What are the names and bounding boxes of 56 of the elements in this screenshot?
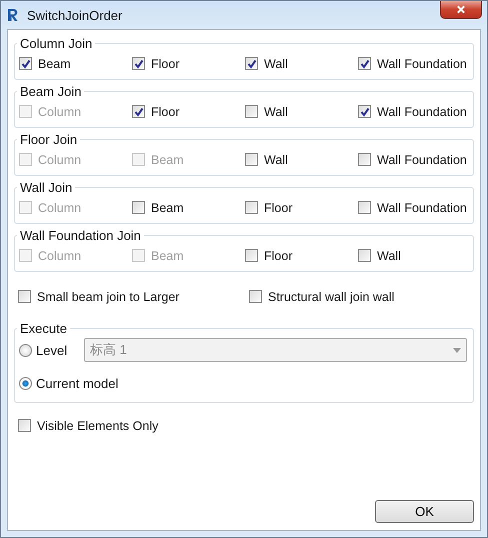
checkbox-label: Column — [38, 104, 82, 118]
checkbox-label: Small beam join to Larger — [37, 290, 180, 304]
group-title: Wall Join — [19, 180, 74, 195]
group-title: Beam Join — [19, 84, 82, 99]
checkbox-label: Beam — [151, 200, 184, 214]
checkbox[interactable] — [358, 153, 371, 166]
checkbox-label: Floor — [264, 248, 292, 262]
checkbox[interactable] — [245, 201, 258, 214]
checkbox-label: Wall Foundation — [377, 200, 467, 214]
checkbox-label: Floor — [264, 200, 292, 214]
checkbox-label: Structural wall join wall — [268, 290, 394, 304]
checkbox[interactable] — [245, 249, 258, 262]
group-title: Floor Join — [19, 132, 78, 147]
checkbox-label: Floor — [151, 104, 180, 118]
checkbox[interactable] — [19, 57, 32, 70]
radio-button[interactable] — [19, 376, 32, 390]
caret-icon — [453, 348, 461, 352]
window-title: SwitchJoinOrder — [27, 8, 122, 22]
checkbox[interactable] — [132, 201, 145, 214]
checkbox[interactable] — [132, 105, 145, 118]
checkbox[interactable] — [358, 201, 371, 214]
close-button[interactable] — [440, 1, 482, 19]
checkbox[interactable] — [132, 57, 145, 70]
checkbox[interactable] — [18, 290, 31, 303]
checkbox-label: Column — [38, 152, 82, 166]
ok-button[interactable]: OK — [375, 500, 474, 523]
checkbox-label: Wall Foundation — [377, 152, 467, 166]
checkbox-label: Wall — [264, 104, 288, 118]
radio-label: Level — [36, 342, 68, 358]
checkbox[interactable] — [358, 57, 371, 70]
radio-label: Current model — [36, 376, 118, 390]
checkbox[interactable] — [249, 290, 262, 303]
group-title: Execute — [19, 321, 68, 336]
checkbox-label: Wall Foundation — [377, 104, 467, 118]
checkbox-label: Wall — [264, 152, 288, 166]
logo-icon — [7, 8, 19, 22]
checkbox-label: Column — [38, 248, 82, 262]
checkbox[interactable] — [245, 57, 258, 70]
group-title: Column Join — [19, 36, 94, 51]
radio-button[interactable] — [19, 344, 32, 356]
checkbox-label: Wall Foundation — [377, 56, 467, 70]
checkbox-label: Wall — [264, 56, 288, 70]
checkbox-label: Wall — [377, 248, 401, 262]
checkbox[interactable] — [18, 419, 31, 432]
checkbox-label: Beam — [151, 248, 184, 262]
checkbox-label: Column — [38, 200, 82, 214]
close-icon — [456, 5, 466, 14]
checkbox-label: Beam — [38, 56, 71, 70]
checkbox[interactable] — [358, 105, 371, 118]
group-title: Wall Foundation Join — [19, 228, 142, 243]
checkbox-label: Floor — [151, 56, 180, 70]
checkbox[interactable] — [245, 153, 258, 166]
checkbox-label: Visible Elements Only — [37, 418, 158, 432]
checkbox[interactable] — [358, 249, 371, 262]
checkbox-label: Beam — [151, 152, 184, 166]
checkbox[interactable] — [245, 105, 258, 118]
